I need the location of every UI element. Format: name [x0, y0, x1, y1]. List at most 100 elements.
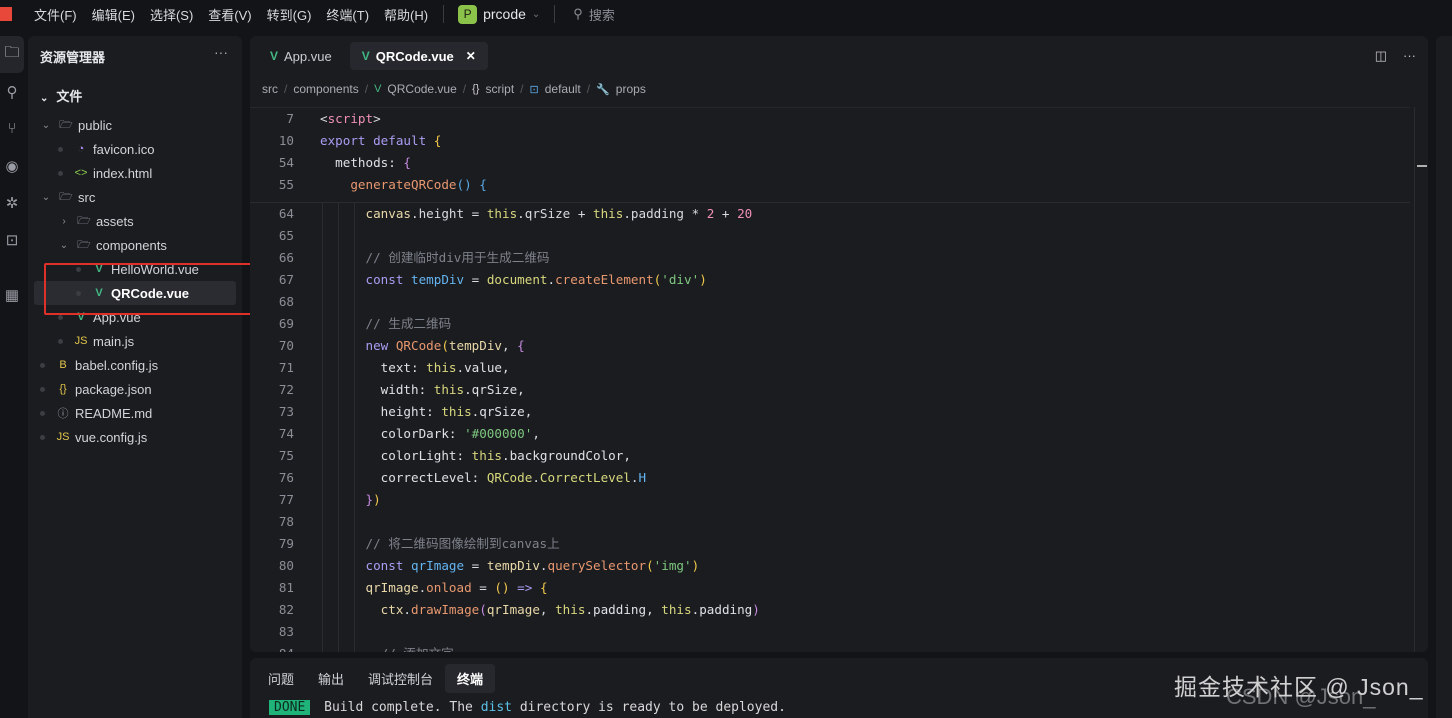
- code-token: >: [373, 111, 381, 126]
- folder-icon: 🗁: [77, 238, 91, 251]
- code-line: 55 generateQRCode() {: [250, 174, 1410, 196]
- code-token: generateQRCode: [320, 177, 457, 192]
- code-line: 80 const qrImage = tempDiv.querySelector…: [250, 555, 1410, 577]
- breadcrumb-separator: /: [462, 82, 467, 96]
- terminal-text: Build complete. The: [316, 700, 481, 715]
- code-token: ): [752, 602, 760, 617]
- code-token: new: [320, 338, 396, 353]
- breadcrumb-item[interactable]: QRCode.vue: [387, 82, 456, 96]
- menubar: 文件(F) 编辑(E) 选择(S) 查看(V) 转到(G) 终端(T) 帮助(H) P pr…: [0, 0, 1452, 28]
- files-icon[interactable]: 🗀: [0, 36, 24, 73]
- code-token: .: [547, 272, 556, 287]
- code-line: 67 const tempDiv = document.createElemen…: [250, 269, 1410, 291]
- extensions-icon[interactable]: ▦: [0, 276, 24, 313]
- breadcrumb-item[interactable]: script: [485, 82, 514, 96]
- debug-icon[interactable]: ✲: [0, 184, 24, 221]
- remote-icon[interactable]: ⊡: [0, 221, 24, 258]
- code-token: text:: [320, 360, 427, 375]
- code-token: (): [494, 580, 510, 595]
- breadcrumb-item[interactable]: props: [616, 82, 646, 96]
- menu-item[interactable]: 帮助(H): [384, 5, 428, 24]
- tree-item-components[interactable]: ⌄ 🗁 components: [28, 233, 242, 257]
- panel-tab[interactable]: 问题: [256, 664, 306, 693]
- search-box[interactable]: ⚲ 搜索: [573, 5, 615, 24]
- code-text: canvas.height = this.qrSize + this.paddi…: [320, 203, 752, 225]
- source-control-icon[interactable]: ⑂: [0, 110, 24, 147]
- more-icon[interactable]: ···: [1403, 48, 1416, 64]
- code-line: 10 export default {: [250, 130, 1410, 152]
- code-token: .padding *: [623, 206, 707, 221]
- code-token: {: [479, 177, 487, 192]
- breadcrumb-item[interactable]: src: [262, 82, 278, 96]
- tree-item-src[interactable]: ⌄ 🗁 src: [28, 185, 242, 209]
- menu-item[interactable]: 文件(F): [34, 5, 77, 24]
- code-text: const tempDiv = document.createElement('…: [320, 269, 707, 291]
- folder-icon: 🗁: [77, 214, 91, 227]
- menu-item[interactable]: 编辑(E): [92, 5, 135, 24]
- menu-item[interactable]: 转到(G): [267, 5, 312, 24]
- code-line: 84 // 添加文字: [250, 643, 1410, 652]
- code-text: const qrImage = tempDiv.querySelector('i…: [320, 555, 699, 577]
- code-token: QRCode: [395, 338, 442, 353]
- more-icon[interactable]: ···: [214, 44, 228, 60]
- js-icon: JS: [74, 335, 88, 347]
- menu-item[interactable]: 选择(S): [150, 5, 193, 24]
- line-number: 66: [278, 250, 294, 265]
- line-number: 7: [286, 111, 294, 126]
- tree-item-package-json[interactable]: {} package.json: [28, 377, 242, 401]
- code-token: querySelector: [547, 558, 647, 573]
- tab-label: QRCode.vue: [375, 48, 454, 64]
- tree-item-assets[interactable]: › 🗁 assets: [28, 209, 242, 233]
- code-token: width:: [320, 382, 434, 397]
- panel-tab[interactable]: 终端: [445, 664, 496, 693]
- tree-item-public[interactable]: ⌄ 🗁 public: [28, 113, 242, 137]
- panel-tab[interactable]: 调试控制台: [356, 664, 445, 693]
- code-token: methods:: [320, 155, 404, 170]
- code-line: 69 // 生成二维码: [250, 313, 1410, 335]
- panel-tabs: 问题 输出 调试控制台 终端: [256, 664, 496, 693]
- vertical-scrollbar[interactable]: [1414, 107, 1428, 652]
- secondary-sidebar: [1436, 36, 1452, 718]
- line-number: 77: [278, 492, 294, 507]
- panel-tab[interactable]: 输出: [306, 664, 356, 693]
- code-line: 68: [250, 291, 1410, 313]
- braces-icon: {}: [472, 83, 480, 95]
- chevron-down-icon: ⌄: [40, 93, 49, 104]
- code-token: ): [699, 272, 707, 287]
- search-icon[interactable]: ⚲: [0, 73, 24, 110]
- breadcrumb-separator: /: [586, 82, 591, 96]
- vue-icon: V: [361, 49, 370, 63]
- tree-item-index-html[interactable]: <> index.html: [28, 161, 242, 185]
- wrench-icon: 🔧: [596, 83, 610, 96]
- breadcrumb-item[interactable]: components: [293, 82, 358, 96]
- code-line: 7 <script>: [250, 108, 1410, 130]
- code-area[interactable]: 7 <script> 10 export default {54 methods: {…: [250, 107, 1410, 652]
- code-token: (: [646, 558, 654, 573]
- close-icon[interactable]: ✕: [466, 49, 476, 63]
- split-editor-icon[interactable]: ◫: [1375, 48, 1387, 64]
- code-line: 76 correctLevel: QRCode.CorrectLevel.H: [250, 467, 1410, 489]
- line-number: 69: [278, 316, 294, 331]
- code-token: ,: [502, 338, 518, 353]
- code-text: new QRCode(tempDiv, {: [320, 335, 524, 357]
- menu-item[interactable]: 终端(T): [326, 5, 369, 24]
- line-number: 70: [278, 338, 294, 353]
- divider: [443, 5, 445, 23]
- code-token: colorLight:: [320, 448, 472, 463]
- code-line: 70 new QRCode(tempDiv, {: [250, 335, 1410, 357]
- project-switcher[interactable]: P prcode ⌄: [458, 4, 540, 24]
- tab-app-vue[interactable]: V App.vue: [258, 42, 344, 70]
- code-text: // 生成二维码: [320, 313, 451, 335]
- tree-item-vue-config-js[interactable]: JS vue.config.js: [28, 425, 242, 449]
- code-text: // 将二维码图像绘制到canvas上: [320, 533, 559, 555]
- tab-qrcode-vue[interactable]: V QRCode.vue ✕: [349, 42, 488, 70]
- menu-item[interactable]: 查看(V): [208, 5, 251, 24]
- tree-item-readme-md[interactable]: ⓘ README.md: [28, 401, 242, 425]
- eye-icon[interactable]: ◉: [0, 147, 24, 184]
- tree-item-main-js[interactable]: JS main.js: [28, 329, 242, 353]
- tree-item-babel-config-js[interactable]: Bbabel.config.js: [28, 353, 242, 377]
- files-section-header[interactable]: ⌄ 文件: [40, 86, 82, 105]
- code-token: =: [464, 272, 487, 287]
- tree-item-favicon-ico[interactable]: ◔ favicon.ico: [28, 137, 242, 161]
- breadcrumb-item[interactable]: default: [545, 82, 581, 96]
